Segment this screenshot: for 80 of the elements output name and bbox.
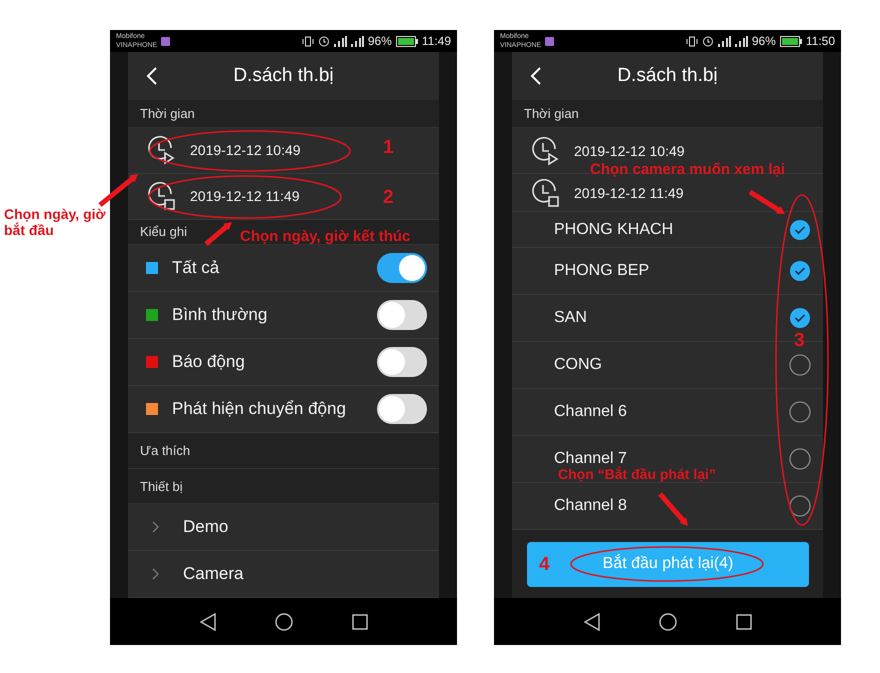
channel-name: Channel 7 xyxy=(554,450,627,467)
annotation-note: Chọn ngày, giờ bắt đầu xyxy=(4,206,106,238)
home-nav-icon[interactable] xyxy=(274,612,292,630)
date-time[interactable]: 2019-12-12 10:49 xyxy=(190,142,301,158)
channel-row[interactable]: Channel 6 xyxy=(512,389,823,436)
section-label: Thời gian xyxy=(128,100,439,128)
checked-circle-icon[interactable] xyxy=(789,218,811,240)
record-type-label: Tất cả xyxy=(172,258,220,278)
device-row[interactable]: Demo xyxy=(128,504,439,552)
channel-name: Channel 6 xyxy=(554,403,627,421)
vibrate-icon xyxy=(302,36,314,46)
app-notification-icon xyxy=(545,36,554,46)
toggle-switch[interactable] xyxy=(377,253,427,284)
empty-circle-icon[interactable] xyxy=(789,354,811,376)
clock-play-icon xyxy=(530,136,560,166)
signal-icon xyxy=(718,36,731,46)
device-name: Camera xyxy=(183,564,244,584)
recents-nav-icon[interactable] xyxy=(736,614,752,630)
channel-name: SAN xyxy=(554,309,587,327)
empty-circle-icon[interactable] xyxy=(789,495,811,517)
clock-play-icon xyxy=(146,135,176,166)
annotation-note: Chọn “Bắt đầu phát lại” xyxy=(558,466,716,482)
date-time[interactable]: 2019-12-12 10:49 xyxy=(574,142,685,158)
annotation-arrow xyxy=(748,190,785,214)
checked-circle-icon[interactable] xyxy=(789,260,811,282)
back-icon[interactable] xyxy=(530,67,542,85)
clock-time: 11:49 xyxy=(422,34,451,48)
annotation-arrow xyxy=(98,174,138,207)
alarm-icon xyxy=(702,35,714,47)
chevron-right-icon xyxy=(152,521,159,534)
date-time[interactable]: 2019-12-12 11:49 xyxy=(574,184,684,200)
annotation-note: Chọn ngày, giờ kết thúc xyxy=(240,228,410,246)
alarm-icon xyxy=(318,35,330,47)
chevron-right-icon xyxy=(152,568,159,580)
home-nav-icon[interactable] xyxy=(658,612,676,630)
back-nav-icon[interactable] xyxy=(200,612,216,630)
record-type-label: Phát hiện chuyển động xyxy=(172,399,346,420)
step-number: 2 xyxy=(383,187,394,209)
empty-circle-icon[interactable] xyxy=(789,401,811,423)
date-time[interactable]: 2019-12-12 11:49 xyxy=(190,188,300,204)
vibrate-icon xyxy=(686,36,698,46)
recents-nav-icon[interactable] xyxy=(352,614,368,630)
clock-time: 11:50 xyxy=(806,34,835,48)
empty-circle-icon[interactable] xyxy=(789,448,811,470)
toggle-switch[interactable] xyxy=(377,394,427,424)
back-nav-icon[interactable] xyxy=(584,612,600,630)
annotation-arrow xyxy=(658,492,688,526)
section-label: Thời gian xyxy=(512,100,823,128)
screen-title: D.sách th.bị xyxy=(617,65,718,87)
annotation-note: Chọn camera muốn xem lại xyxy=(590,161,786,178)
channel-row[interactable]: PHONG KHACH xyxy=(512,212,823,248)
channel-name: Channel 8 xyxy=(554,497,627,515)
section-label: Ưa thích xyxy=(128,433,439,470)
channel-name: CONG xyxy=(554,356,602,374)
battery-icon xyxy=(396,36,418,46)
record-type-label: Bình thường xyxy=(172,305,268,326)
annotation-arrow xyxy=(204,222,232,246)
channel-name: PHONG BEP xyxy=(554,262,650,280)
battery-icon xyxy=(780,36,802,46)
battery-percent: 96% xyxy=(752,34,776,48)
checked-circle-icon[interactable] xyxy=(789,307,811,329)
clock-stop-icon xyxy=(146,181,176,212)
signal-icon xyxy=(734,36,748,46)
clock-stop-icon xyxy=(530,178,560,208)
signal-icon xyxy=(350,36,364,46)
channel-name: PHONG KHACH xyxy=(554,220,674,238)
screen-title: D.sách th.bị xyxy=(233,64,334,87)
section-label: Thiết bị xyxy=(128,469,439,504)
device-name: Demo xyxy=(183,517,228,538)
battery-percent: 96% xyxy=(368,34,392,48)
channel-row[interactable]: PHONG BEP xyxy=(512,248,823,295)
record-type-label: Báo động xyxy=(172,352,245,372)
toggle-switch[interactable] xyxy=(377,300,427,330)
signal-icon xyxy=(334,36,347,46)
back-icon[interactable] xyxy=(146,67,158,85)
step-number: 4 xyxy=(539,554,550,576)
step-number: 1 xyxy=(383,137,394,159)
device-row[interactable]: Camera xyxy=(128,551,439,598)
app-notification-icon xyxy=(161,36,170,46)
toggle-switch[interactable] xyxy=(377,347,427,378)
